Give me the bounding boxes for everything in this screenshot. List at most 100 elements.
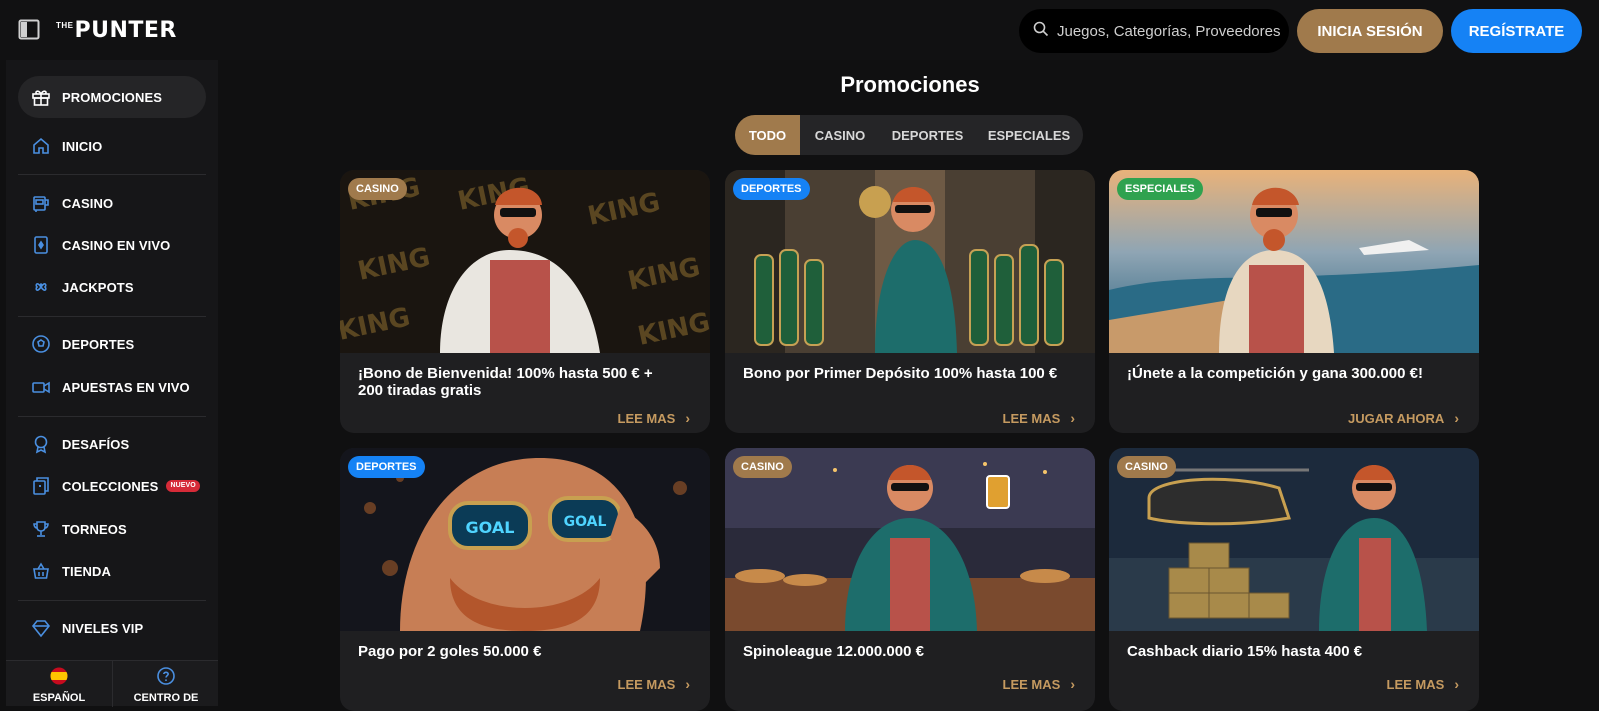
cta-label: LEE MAS (1002, 676, 1061, 692)
register-button[interactable]: REGÍSTRATE (1451, 9, 1582, 53)
filter-tabs: TODO CASINO DEPORTES ESPECIALES (735, 115, 1083, 155)
chevron-right-icon: › (1454, 410, 1459, 426)
language-selector[interactable]: ESPAÑOL (6, 661, 112, 707)
sidebar-item-label: TIENDA (62, 563, 111, 579)
sidebar-item-casino[interactable]: CASINO (18, 182, 206, 224)
promo-card[interactable]: CASINO Spinoleague 12.000.000 € LEE MAS … (725, 448, 1095, 711)
badge-icon (30, 433, 52, 455)
sidebar-item-inicio[interactable]: INICIO (18, 125, 206, 167)
sidebar-toggle-icon[interactable] (18, 19, 42, 41)
sidebar-item-casino-en-vivo[interactable]: CASINO EN VIVO (18, 224, 206, 266)
promo-cta-link[interactable]: LEE MAS › (1003, 410, 1075, 426)
category-tag: CASINO (348, 178, 407, 200)
chevron-right-icon: › (1454, 676, 1459, 692)
promo-card[interactable]: DEPORTES Bono por Primer Depósito 100% h… (725, 170, 1095, 433)
sidebar-item-label: DEPORTES (62, 336, 135, 352)
chevron-right-icon: › (685, 410, 690, 426)
category-tag: CASINO (733, 456, 792, 478)
spain-flag-icon (50, 667, 68, 688)
sidebar-item-niveles-vip[interactable]: NIVELES VIP (18, 607, 206, 649)
logo-small-text: THE (56, 21, 74, 30)
sidebar-item-tienda[interactable]: TIENDA (18, 550, 206, 592)
search-box[interactable] (1019, 9, 1289, 53)
promo-title: Spinoleague 12.000.000 € (743, 643, 924, 660)
sidebar-divider (18, 174, 206, 175)
sidebar-item-torneos[interactable]: TORNEOS (18, 508, 206, 550)
sidebar-item-label: CASINO (62, 195, 114, 211)
promo-cta-link[interactable]: LEE MAS › (1387, 676, 1459, 692)
sidebar-item-label: APUESTAS EN VIVO (62, 379, 190, 395)
slot-machine-icon (30, 192, 52, 214)
promo-title: Cashback diario 15% hasta 400 € (1127, 643, 1363, 660)
sidebar-item-apuestas-en-vivo[interactable]: APUESTAS EN VIVO (18, 366, 206, 408)
soccer-ball-icon (30, 333, 52, 355)
sidebar-item-deportes[interactable]: DEPORTES (18, 323, 206, 365)
search-input[interactable] (1057, 22, 1287, 40)
sidebar-divider (18, 416, 206, 417)
tab-deportes[interactable]: DEPORTES (880, 115, 975, 155)
clover-icon (30, 276, 52, 298)
tab-todo[interactable]: TODO (735, 115, 800, 155)
diamond-icon (30, 617, 52, 639)
chevron-right-icon: › (1070, 410, 1075, 426)
promo-title: Bono por Primer Depósito 100% hasta 100 … (743, 365, 1058, 382)
category-tag: CASINO (1117, 456, 1176, 478)
promo-card[interactable]: GOAL GOAL DEPORTES Pago por 2 goles 50.0… (340, 448, 710, 711)
promo-title: ¡Bono de Bienvenida! 100% hasta 500 € + … (358, 365, 653, 399)
sidebar-item-colecciones[interactable]: COLECCIONES NUEVO (18, 465, 206, 507)
help-label: CENTRO DE (133, 692, 199, 704)
sidebar-divider (18, 600, 206, 601)
cta-label: JUGAR AHORA (1348, 410, 1445, 426)
sidebar-item-label: DESAFÍOS (62, 436, 130, 452)
sidebar-footer: ESPAÑOL CENTRO DE (6, 660, 219, 707)
logo[interactable]: THE PUNTER (56, 16, 177, 44)
sidebar-divider (18, 316, 206, 317)
home-icon (30, 135, 52, 157)
promo-card[interactable]: KING KING KING KING KING KING KING CASIN… (340, 170, 710, 433)
cta-label: LEE MAS (1386, 676, 1445, 692)
search-icon (1033, 21, 1049, 42)
promo-cta-link[interactable]: JUGAR AHORA › (1348, 410, 1459, 426)
sidebar-item-label: CASINO EN VIVO (62, 237, 171, 253)
promo-cta-link[interactable]: LEE MAS › (618, 676, 690, 692)
sidebar-item-label: COLECCIONES (62, 478, 159, 494)
video-icon (30, 376, 52, 398)
language-label: ESPAÑOL (32, 692, 86, 704)
promo-cta-link[interactable]: LEE MAS › (1003, 676, 1075, 692)
cta-label: LEE MAS (617, 410, 676, 426)
login-button[interactable]: INICIA SESIÓN (1297, 9, 1443, 53)
svg-text:GOAL: GOAL (466, 518, 515, 537)
svg-text:GOAL: GOAL (564, 514, 607, 530)
top-header: THE PUNTER INICIA SESIÓN REGÍSTRATE (0, 0, 1599, 60)
sidebar-item-label: JACKPOTS (62, 279, 134, 295)
sidebar-item-label: PROMOCIONES (62, 89, 163, 105)
sidebar-item-label: TORNEOS (62, 521, 127, 537)
sidebar: PROMOCIONES INICIO CASINO CASINO EN VIVO… (6, 60, 218, 706)
sidebar-item-label: INICIO (62, 138, 103, 154)
logo-main-text: PUNTER (74, 18, 177, 43)
new-badge: NUEVO (166, 480, 200, 492)
basket-icon (30, 560, 52, 582)
sidebar-item-jackpots[interactable]: JACKPOTS (18, 266, 206, 308)
help-center-button[interactable]: CENTRO DE (113, 661, 219, 707)
category-tag: ESPECIALES (1117, 178, 1203, 200)
help-icon (157, 667, 175, 688)
card-icon (30, 234, 52, 256)
promo-card[interactable]: ESPECIALES ¡Únete a la competición y gan… (1109, 170, 1479, 433)
promo-card[interactable]: CASINO Cashback diario 15% hasta 400 € L… (1109, 448, 1479, 711)
sidebar-item-label: NIVELES VIP (62, 620, 144, 636)
promo-title: Pago por 2 goles 50.000 € (358, 643, 542, 660)
sidebar-item-promociones[interactable]: PROMOCIONES (18, 76, 206, 118)
cta-label: LEE MAS (1002, 410, 1061, 426)
category-tag: DEPORTES (348, 456, 425, 478)
chevron-right-icon: › (1070, 676, 1075, 692)
category-tag: DEPORTES (733, 178, 810, 200)
promo-cta-link[interactable]: LEE MAS › (618, 410, 690, 426)
tab-casino[interactable]: CASINO (800, 115, 880, 155)
promo-title: ¡Únete a la competición y gana 300.000 €… (1127, 365, 1423, 382)
chevron-right-icon: › (685, 676, 690, 692)
tab-especiales[interactable]: ESPECIALES (975, 115, 1083, 155)
gift-icon (30, 86, 52, 108)
collection-icon (30, 475, 52, 497)
sidebar-item-desafios[interactable]: DESAFÍOS (18, 423, 206, 465)
